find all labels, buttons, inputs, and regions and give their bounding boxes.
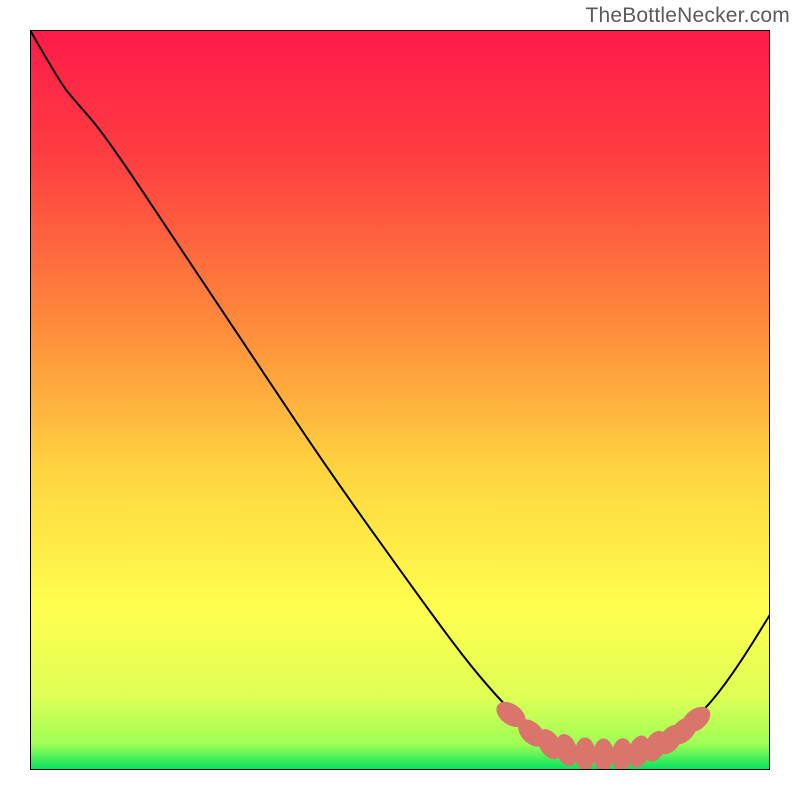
curve-marker <box>593 739 614 770</box>
chart-frame: TheBottleNecker.com <box>0 0 800 800</box>
watermark-text: TheBottleNecker.com <box>585 4 790 28</box>
gradient-background <box>30 30 770 770</box>
plot-area <box>30 30 770 770</box>
curve-marker <box>575 737 596 770</box>
chart-svg <box>30 30 770 770</box>
